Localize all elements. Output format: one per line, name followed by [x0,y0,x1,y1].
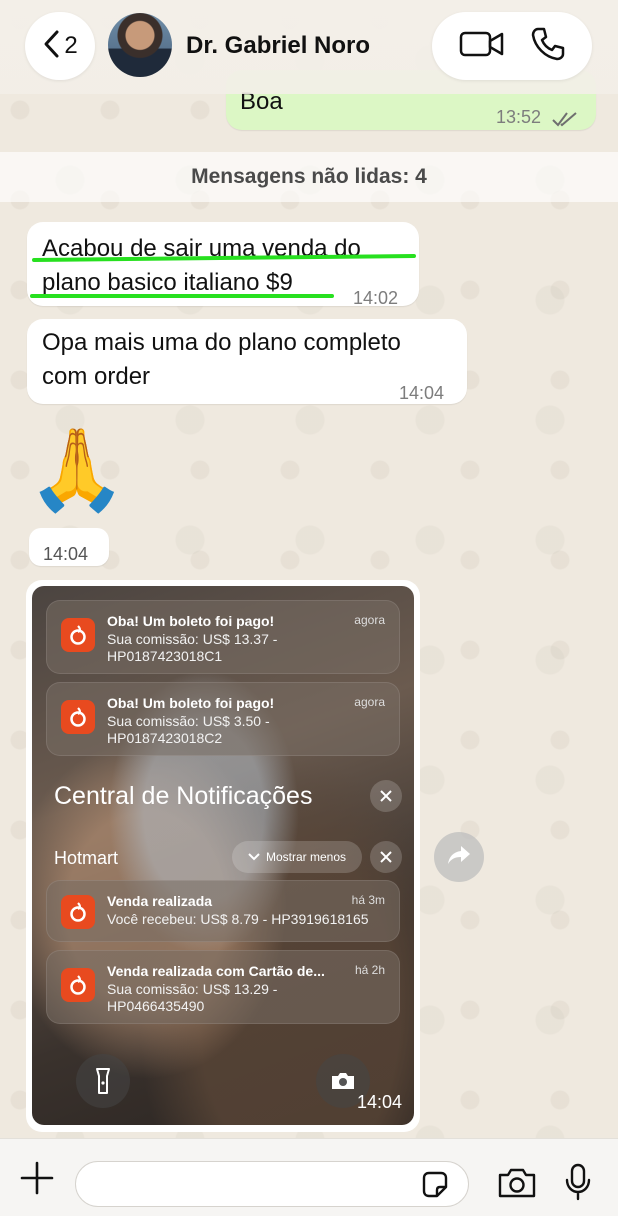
composer-bar [0,1138,618,1216]
notification-title: Venda realizada com Cartão de... [107,963,325,979]
notification-time: há 3m [351,893,385,907]
plus-icon[interactable] [18,1159,56,1197]
praying-hands-emoji: 🙏 [27,425,127,514]
emoji-time-pill: 14:04 [29,528,109,566]
notification-title: Oba! Um boleto foi pago! [107,695,275,711]
message-text-line: Opa mais uma do plano completo [42,329,401,356]
highlight-underline [30,294,334,298]
back-button[interactable]: 2 [25,12,95,80]
hotmart-flame-icon [61,618,95,652]
notification-card: Oba! Um boleto foi pago! Sua comissão: U… [46,682,400,756]
message-input[interactable] [75,1161,469,1207]
unread-banner: Mensagens não lidas: 4 [0,152,618,202]
flashlight-icon [76,1054,130,1108]
contact-name[interactable]: Dr. Gabriel Noro [186,32,370,60]
message-text-line: com order [42,363,151,390]
video-call-icon[interactable] [459,29,505,64]
notification-title: Oba! Um boleto foi pago! [107,613,275,629]
camera-icon[interactable] [497,1167,537,1204]
forward-button[interactable] [434,832,484,882]
avatar[interactable] [108,13,172,77]
message-time: 14:02 [353,288,399,308]
notification-time: agora [354,613,385,627]
unread-count: 2 [64,32,78,59]
notification-card: Venda realizada Você recebeu: US$ 8.79 -… [46,880,400,942]
group-name: Hotmart [54,848,119,868]
hotmart-flame-icon [61,895,95,929]
message-time: 14:04 [43,544,89,564]
forward-icon [446,844,472,871]
hotmart-flame-icon [61,700,95,734]
notification-title: Venda realizada [107,893,213,909]
notification-time: agora [354,695,385,709]
chevron-left-icon [42,29,60,64]
phone-icon[interactable] [530,26,566,67]
microphone-icon[interactable] [564,1163,592,1206]
notification-center-title: Central de Notificações [54,782,313,810]
notification-card: Venda realizada com Cartão de... Sua com… [46,950,400,1024]
incoming-message[interactable]: Opa mais uma do plano completo com order… [27,319,467,404]
close-icon [370,841,402,873]
close-icon [370,780,402,812]
notification-body: Sua comissão: US$ 3.50 - HP0187423018C2 [107,713,270,746]
chat-header: 2 Dr. Gabriel Noro [0,0,618,94]
screenshot-image[interactable]: Oba! Um boleto foi pago! Sua comissão: U… [32,586,414,1125]
show-less-chip: Mostrar menos [232,841,362,873]
sticker-icon[interactable] [420,1170,450,1205]
chevron-down-icon [248,850,260,864]
read-receipt-icon [552,102,578,137]
notification-body: Sua comissão: US$ 13.29 - HP0466435490 [107,981,278,1014]
show-less-label: Mostrar menos [265,850,347,864]
notification-body: Sua comissão: US$ 13.37 - HP0187423018C1 [107,631,278,664]
notification-card: Oba! Um boleto foi pago! Sua comissão: U… [46,600,400,674]
hotmart-flame-icon [61,968,95,1002]
emoji-message[interactable]: 🙏 14:04 [27,420,127,570]
message-time: 14:04 [399,383,445,403]
message-time: 14:04 [356,1092,402,1112]
notification-time: há 2h [354,963,385,977]
notification-body: Você recebeu: US$ 8.79 - HP3919618165 [107,911,369,927]
message-time: 13:52 [496,107,542,127]
image-message[interactable]: Oba! Um boleto foi pago! Sua comissão: U… [26,580,420,1132]
call-actions [432,12,592,80]
